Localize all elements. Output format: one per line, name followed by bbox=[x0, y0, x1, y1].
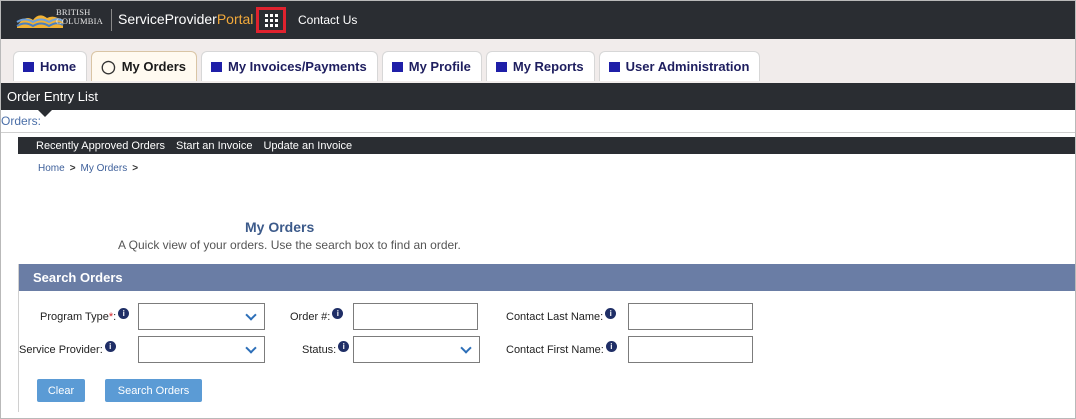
breadcrumb-separator: > bbox=[132, 163, 139, 174]
tab-my-profile[interactable]: My Profile bbox=[381, 51, 482, 81]
info-icon[interactable]: i bbox=[118, 307, 130, 319]
program-type-label: Program Type *: i bbox=[40, 307, 130, 323]
tag-icon: ◯ bbox=[101, 58, 116, 74]
subnav-recently-approved-orders[interactable]: Recently Approved Orders bbox=[36, 140, 165, 152]
contact-first-name-label: Contact First Name: i bbox=[506, 340, 617, 356]
divider bbox=[1, 132, 1075, 133]
contact-last-name-label-text: Contact Last Name: bbox=[506, 311, 604, 323]
contact-last-name-input[interactable] bbox=[628, 303, 753, 330]
sub-navigation: Recently Approved Orders Start an Invoic… bbox=[18, 137, 1075, 154]
page-title: My Orders bbox=[245, 219, 315, 235]
portal-title-prefix: ServiceProvider bbox=[118, 11, 217, 27]
info-icon[interactable]: i bbox=[104, 340, 116, 352]
service-provider-label: Service Provider: i bbox=[19, 340, 116, 356]
service-provider-label-text: Service Provider: bbox=[19, 344, 103, 356]
tab-label: My Orders bbox=[121, 59, 186, 74]
app-launcher-button[interactable] bbox=[256, 7, 286, 33]
service-provider-select[interactable] bbox=[138, 336, 265, 363]
tab-label: Home bbox=[40, 59, 77, 74]
contact-first-name-label-text: Contact First Name: bbox=[506, 344, 604, 356]
contact-last-name-label: Contact Last Name: i bbox=[506, 307, 617, 323]
order-number-input[interactable] bbox=[353, 303, 478, 330]
tab-label: My Reports bbox=[512, 59, 584, 74]
breadcrumb-home[interactable]: Home bbox=[38, 163, 65, 174]
order-number-label-text: Order #: bbox=[290, 311, 331, 323]
page-subtitle: A Quick view of your orders. Use the sea… bbox=[118, 238, 461, 252]
tab-label: My Invoices/Payments bbox=[228, 59, 367, 74]
tab-my-orders[interactable]: ◯ My Orders bbox=[91, 51, 197, 81]
chevron-down-icon bbox=[245, 309, 257, 321]
header-divider bbox=[111, 9, 112, 31]
logo-line2: COLUMBIA bbox=[56, 16, 103, 26]
main-tabs: Home ◯ My Orders My Invoices/Payments My… bbox=[13, 51, 764, 81]
search-orders-button[interactable]: Search Orders bbox=[105, 379, 202, 402]
status-label: Status: i bbox=[302, 340, 350, 356]
section-title-bar: Order Entry List bbox=[1, 83, 1075, 110]
top-bar: BRITISH COLUMBIA ServiceProviderPortal C… bbox=[1, 1, 1075, 39]
logo-text: BRITISH COLUMBIA bbox=[56, 8, 103, 26]
program-type-select[interactable] bbox=[138, 303, 265, 330]
contact-us-link[interactable]: Contact Us bbox=[298, 13, 357, 27]
subnav-start-an-invoice[interactable]: Start an Invoice bbox=[176, 140, 252, 152]
program-type-label-text: Program Type bbox=[40, 311, 109, 323]
tab-label: My Profile bbox=[408, 59, 471, 74]
clear-button[interactable]: Clear bbox=[37, 379, 85, 402]
breadcrumb-separator: > bbox=[69, 163, 76, 174]
info-icon[interactable]: i bbox=[338, 340, 350, 352]
tab-label: User Administration bbox=[625, 59, 750, 74]
info-icon[interactable]: i bbox=[605, 340, 617, 352]
subnav-update-an-invoice[interactable]: Update an Invoice bbox=[263, 140, 352, 152]
portal-title-accent: Portal bbox=[216, 11, 254, 27]
order-number-label: Order #: i bbox=[290, 307, 344, 323]
tab-my-invoices-payments[interactable]: My Invoices/Payments bbox=[201, 51, 378, 81]
info-icon[interactable]: i bbox=[605, 307, 617, 319]
breadcrumb: Home > My Orders > bbox=[38, 163, 143, 174]
orders-label: Orders: bbox=[1, 114, 42, 128]
grid-icon bbox=[264, 13, 278, 27]
contact-first-name-input[interactable] bbox=[628, 336, 753, 363]
square-icon bbox=[211, 61, 222, 72]
chevron-down-icon bbox=[460, 342, 472, 354]
tab-my-reports[interactable]: My Reports bbox=[485, 51, 595, 81]
info-icon[interactable]: i bbox=[332, 307, 344, 319]
tab-home[interactable]: Home bbox=[13, 51, 88, 81]
tab-user-administration[interactable]: User Administration bbox=[598, 51, 761, 81]
panel-header: Search Orders bbox=[19, 264, 1075, 291]
breadcrumb-my-orders[interactable]: My Orders bbox=[81, 163, 128, 174]
square-icon bbox=[391, 61, 403, 72]
status-label-text: Status: bbox=[302, 344, 337, 356]
square-icon bbox=[23, 61, 34, 72]
status-select[interactable] bbox=[353, 336, 480, 363]
square-icon bbox=[608, 61, 620, 72]
tab-strip: Home ◯ My Orders My Invoices/Payments My… bbox=[1, 39, 1075, 83]
label-colon: : bbox=[113, 311, 117, 323]
portal-title: ServiceProviderPortal bbox=[118, 11, 253, 27]
square-icon bbox=[495, 61, 507, 72]
app-window: BRITISH COLUMBIA ServiceProviderPortal C… bbox=[0, 0, 1076, 419]
chevron-down-icon bbox=[245, 342, 257, 354]
section-title: Order Entry List bbox=[7, 89, 99, 104]
search-orders-panel: Search Orders Program Type *: i Order #: i … bbox=[18, 264, 1075, 412]
panel-title: Search Orders bbox=[33, 270, 123, 285]
